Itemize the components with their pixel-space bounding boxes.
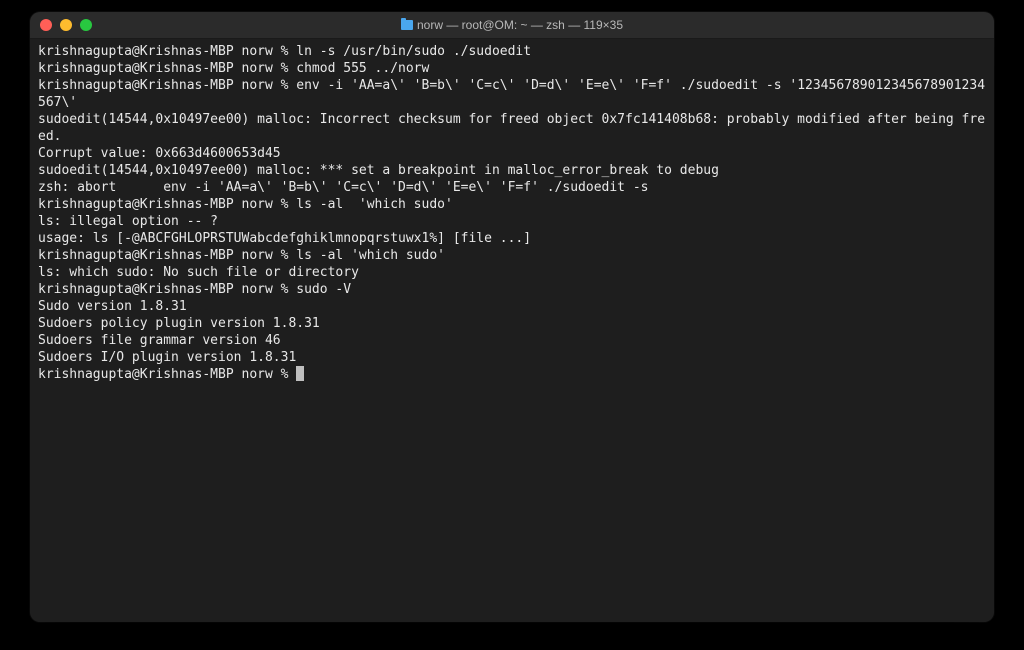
terminal-line: krishnagupta@Krishnas-MBP norw % ls -al … [38, 196, 986, 213]
prompt: krishnagupta@Krishnas-MBP norw % [38, 248, 296, 263]
prompt: krishnagupta@Krishnas-MBP norw % [38, 44, 296, 59]
terminal-output: ls: which sudo: No such file or director… [38, 264, 986, 281]
prompt: krishnagupta@Krishnas-MBP norw % [38, 282, 296, 297]
command-text: sudo -V [296, 282, 351, 297]
terminal-line: krishnagupta@Krishnas-MBP norw % [38, 366, 986, 383]
terminal-output: Corrupt value: 0x663d4600653d45 [38, 145, 986, 162]
terminal-output: usage: ls [-@ABCFGHLOPRSTUWabcdefghiklmn… [38, 230, 986, 247]
cursor [296, 366, 304, 381]
terminal-line: krishnagupta@Krishnas-MBP norw % chmod 5… [38, 60, 986, 77]
zoom-icon[interactable] [80, 19, 92, 31]
folder-icon [401, 20, 413, 30]
terminal-line: krishnagupta@Krishnas-MBP norw % ls -al … [38, 247, 986, 264]
terminal-output: Sudo version 1.8.31 [38, 298, 986, 315]
terminal-output: zsh: abort env -i 'AA=a\' 'B=b\' 'C=c\' … [38, 179, 986, 196]
titlebar[interactable]: norw — root@OM: ~ — zsh — 119×35 [30, 12, 994, 39]
terminal-output: sudoedit(14544,0x10497ee00) malloc: *** … [38, 162, 986, 179]
terminal-line: krishnagupta@Krishnas-MBP norw % env -i … [38, 77, 986, 111]
terminal-body[interactable]: krishnagupta@Krishnas-MBP norw % ln -s /… [30, 39, 994, 622]
terminal-output: sudoedit(14544,0x10497ee00) malloc: Inco… [38, 111, 986, 145]
close-icon[interactable] [40, 19, 52, 31]
command-text: ln -s /usr/bin/sudo ./sudoedit [296, 44, 531, 59]
prompt: krishnagupta@Krishnas-MBP norw % [38, 61, 296, 76]
terminal-output: ls: illegal option -- ? [38, 213, 986, 230]
command-text: ls -al 'which sudo' [296, 197, 453, 212]
prompt: krishnagupta@Krishnas-MBP norw % [38, 367, 296, 382]
terminal-line: krishnagupta@Krishnas-MBP norw % sudo -V [38, 281, 986, 298]
command-text: ls -al 'which sudo' [296, 248, 445, 263]
window-title-text: norw — root@OM: ~ — zsh — 119×35 [417, 18, 623, 32]
terminal-output: Sudoers file grammar version 46 [38, 332, 986, 349]
window-title: norw — root@OM: ~ — zsh — 119×35 [30, 18, 994, 32]
minimize-icon[interactable] [60, 19, 72, 31]
command-text: chmod 555 ../norw [296, 61, 429, 76]
terminal-window: norw — root@OM: ~ — zsh — 119×35 krishna… [30, 12, 994, 622]
prompt: krishnagupta@Krishnas-MBP norw % [38, 197, 296, 212]
prompt: krishnagupta@Krishnas-MBP norw % [38, 78, 296, 93]
terminal-output: Sudoers policy plugin version 1.8.31 [38, 315, 986, 332]
terminal-output: Sudoers I/O plugin version 1.8.31 [38, 349, 986, 366]
traffic-lights [30, 19, 92, 31]
terminal-line: krishnagupta@Krishnas-MBP norw % ln -s /… [38, 43, 986, 60]
